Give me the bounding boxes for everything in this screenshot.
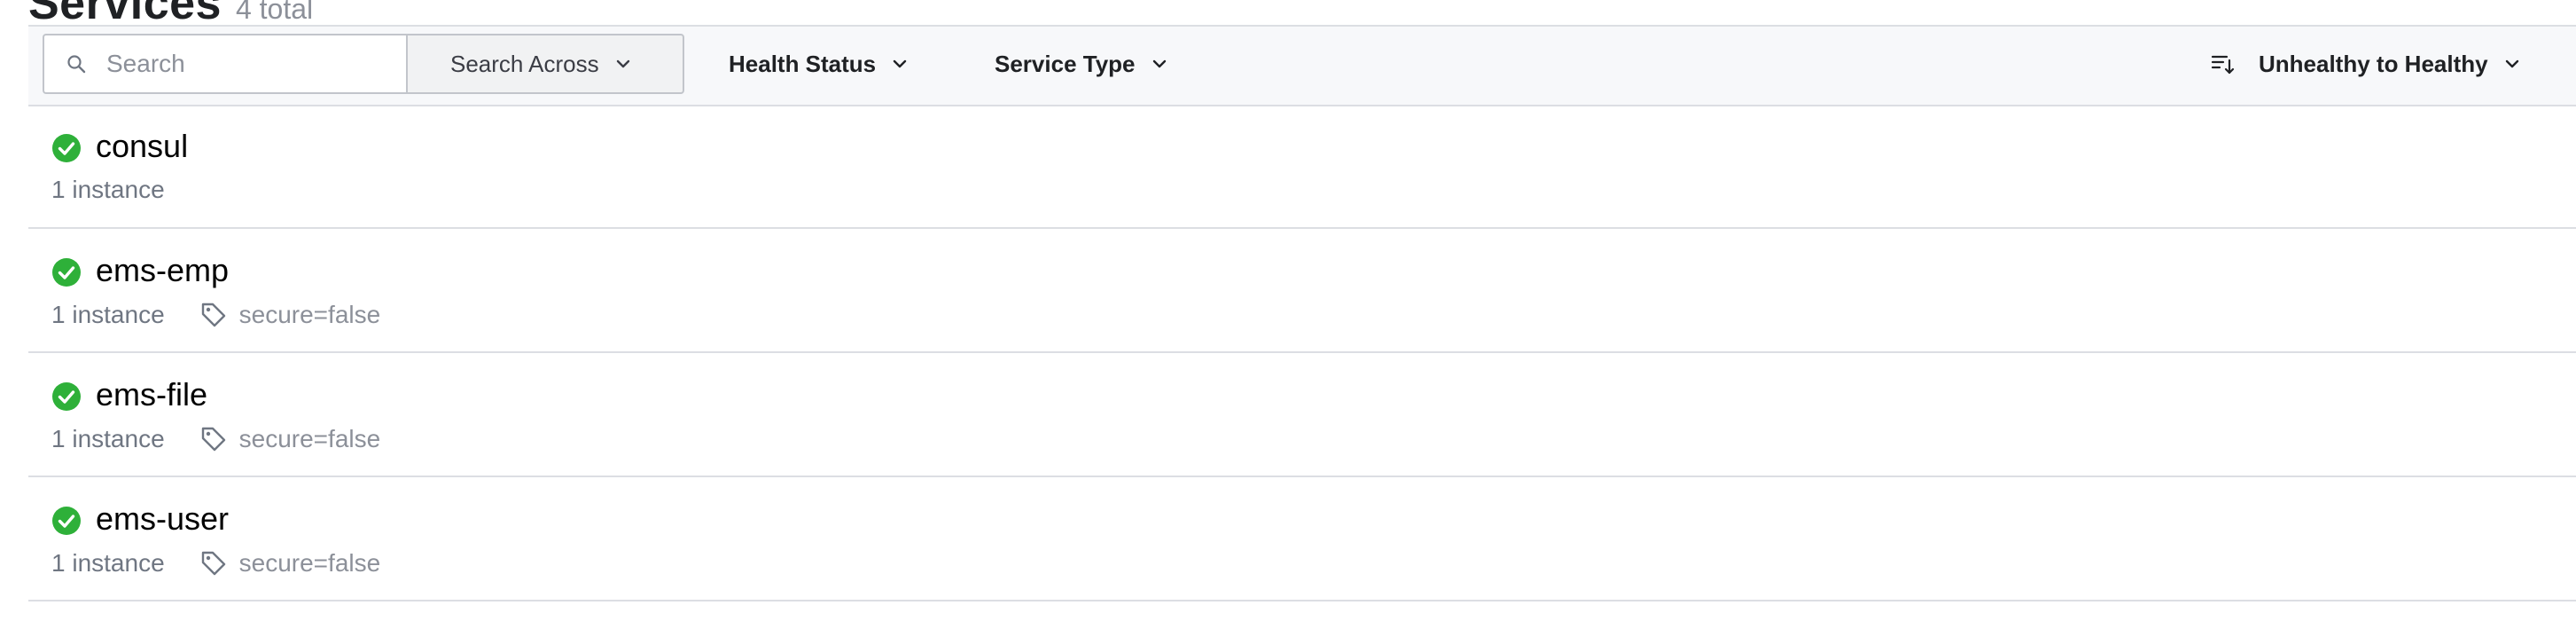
service-name[interactable]: ems-file [96, 376, 207, 413]
service-list: consul 1 instance ems-emp 1 instance sec… [28, 105, 2576, 601]
health-status-filter[interactable]: Health Status [729, 34, 909, 94]
instance-count: 1 instance [51, 549, 165, 577]
check-circle-icon [51, 133, 82, 163]
chevron-down-icon [2502, 54, 2522, 74]
service-type-label: Service Type [995, 50, 1136, 77]
search-across-button[interactable]: Search Across [406, 34, 684, 94]
tag-icon [199, 548, 229, 578]
chevron-down-icon [613, 54, 633, 74]
instance-count: 1 instance [51, 176, 165, 203]
tag-icon [199, 300, 229, 330]
check-circle-icon [51, 381, 82, 412]
sort-label: Unhealthy to Healthy [2259, 50, 2488, 77]
services-page: Services 4 total Search Across Health St… [0, 0, 2576, 621]
filter-bar: Search Across Health Status Service Type [28, 27, 2576, 106]
service-meta: 1 instance secure=false [51, 424, 380, 454]
service-name[interactable]: ems-user [96, 500, 229, 538]
chevron-down-icon [1150, 54, 1169, 74]
instance-count: 1 instance [51, 301, 165, 328]
check-circle-icon [51, 506, 82, 536]
sort-icon [2209, 51, 2236, 77]
service-tag: secure=false [238, 549, 381, 577]
service-row[interactable]: consul 1 instance [28, 105, 2576, 229]
service-tag: secure=false [238, 425, 381, 452]
service-row[interactable]: ems-user 1 instance secure=false [28, 477, 2576, 601]
service-row[interactable]: ems-emp 1 instance secure=false [28, 229, 2576, 353]
search-input[interactable] [105, 49, 392, 79]
service-name[interactable]: consul [96, 128, 188, 165]
service-count: 4 total [235, 0, 314, 25]
service-name[interactable]: ems-emp [96, 252, 229, 289]
service-meta: 1 instance secure=false [51, 300, 380, 330]
sort-dropdown[interactable]: Unhealthy to Healthy [2209, 34, 2522, 94]
search-box[interactable] [43, 34, 406, 94]
service-type-filter[interactable]: Service Type [995, 34, 1169, 94]
service-meta: 1 instance [51, 176, 165, 204]
service-tag: secure=false [238, 301, 381, 328]
search-across-label: Search Across [450, 50, 599, 77]
chevron-down-icon [890, 54, 909, 74]
check-circle-icon [51, 257, 82, 287]
instance-count: 1 instance [51, 425, 165, 452]
tag-icon [199, 424, 229, 454]
service-meta: 1 instance secure=false [51, 548, 380, 578]
search-icon [64, 51, 89, 76]
service-row[interactable]: ems-file 1 instance secure=false [28, 353, 2576, 477]
health-status-label: Health Status [729, 50, 877, 77]
